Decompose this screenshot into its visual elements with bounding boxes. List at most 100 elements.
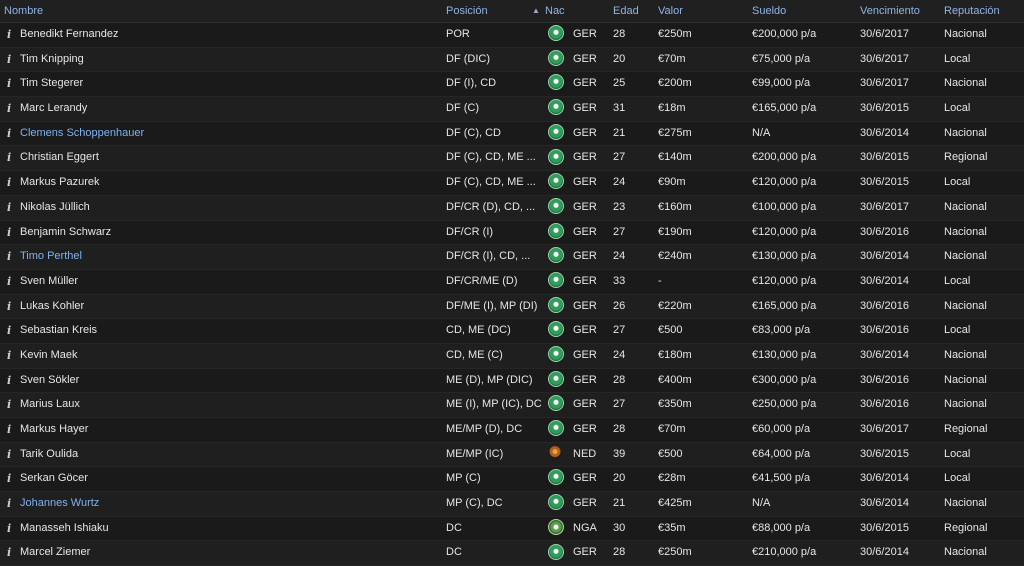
- player-reputation: Local: [944, 52, 971, 65]
- column-header-age[interactable]: Edad: [613, 0, 639, 22]
- player-position: MP (C): [446, 472, 481, 485]
- info-icon[interactable]: i: [7, 517, 15, 541]
- info-icon[interactable]: i: [7, 492, 15, 516]
- player-row[interactable]: i Manasseh Ishiaku DC NGA 30 €35m €88,000 p/a 3…: [0, 516, 1024, 542]
- player-name[interactable]: Marc Lerandy: [20, 97, 440, 121]
- info-icon[interactable]: i: [7, 23, 15, 47]
- info-icon[interactable]: i: [7, 467, 15, 491]
- nation-flag-icon: [548, 541, 564, 565]
- ger-flag-icon: [548, 321, 564, 338]
- player-value: €160m: [658, 200, 692, 213]
- player-name[interactable]: Sebastian Kreis: [20, 319, 440, 343]
- player-value: €500: [658, 447, 683, 460]
- player-name[interactable]: Clemens Schoppenhauer: [20, 122, 440, 146]
- player-row[interactable]: i Markus Hayer ME/MP (D), DC GER 28 €70m €60,0…: [0, 418, 1024, 443]
- column-header-expires[interactable]: Vencimiento: [860, 0, 920, 22]
- player-row[interactable]: i Tarik Oulida ME/MP (IC) NED 39 €500 €64,000 …: [0, 442, 1024, 468]
- info-icon[interactable]: i: [7, 270, 15, 294]
- player-position: ME/MP (D), DC: [446, 423, 523, 435]
- player-position: DF (C): [446, 102, 479, 115]
- column-header-reputation[interactable]: Reputación: [944, 0, 1000, 22]
- player-row[interactable]: i Kevin Maek CD, ME (C) GER 24 €180m €130,000 …: [0, 343, 1024, 369]
- info-icon[interactable]: i: [7, 196, 15, 220]
- player-row[interactable]: i Serkan Göcer MP (C) GER 20 €28m €41,500 p/a 3…: [0, 467, 1024, 493]
- info-icon[interactable]: i: [7, 344, 15, 368]
- player-row[interactable]: i Markus Pazurek DF (C), CD, ME ... GER 24 €9…: [0, 171, 1024, 196]
- player-name[interactable]: Benjamin Schwarz: [20, 221, 440, 245]
- player-row[interactable]: i Timo Perthel DF/CR (I), CD, ... GER 24 €240…: [0, 245, 1024, 270]
- player-name[interactable]: Timo Perthel: [20, 245, 440, 269]
- player-value: €500: [658, 324, 683, 337]
- info-icon[interactable]: i: [7, 369, 15, 393]
- player-row[interactable]: i Lukas Kohler DF/ME (I), MP (DI) GER 26 €220…: [0, 294, 1024, 320]
- player-row[interactable]: i Nikolas Jüllich DF/CR (D), CD, ... GER 23 €…: [0, 195, 1024, 221]
- info-icon[interactable]: i: [7, 393, 15, 417]
- info-icon[interactable]: i: [7, 146, 15, 170]
- player-name[interactable]: Sven Müller: [20, 270, 440, 294]
- player-reputation: Regional: [944, 423, 988, 435]
- contract-expiry: 30/6/2014: [860, 546, 909, 559]
- info-icon[interactable]: i: [7, 48, 15, 72]
- player-nation: GER: [573, 324, 597, 337]
- player-name[interactable]: Nikolas Jüllich: [20, 196, 440, 220]
- player-name[interactable]: Markus Hayer: [20, 418, 440, 442]
- player-age: 39: [613, 447, 626, 460]
- player-name[interactable]: Johannes Wurtz: [20, 492, 440, 516]
- player-position: CD, ME (C): [446, 348, 503, 361]
- player-row[interactable]: i Clemens Schoppenhauer DF (C), CD GER 21 €27…: [0, 121, 1024, 147]
- player-name[interactable]: Tarik Oulida: [20, 443, 440, 467]
- column-header-wage[interactable]: Sueldo: [752, 0, 786, 22]
- table-header: Nombre Posición ▲ Nac Edad Valor Sueldo …: [0, 0, 1024, 23]
- info-icon[interactable]: i: [7, 122, 15, 146]
- player-name[interactable]: Lukas Kohler: [20, 295, 440, 319]
- player-nation: GER: [573, 77, 597, 90]
- player-wage: €130,000 p/a: [752, 250, 817, 263]
- contract-expiry: 30/6/2015: [860, 102, 909, 115]
- player-row[interactable]: i Benjamin Schwarz DF/CR (I) GER 27 €190m €120…: [0, 220, 1024, 246]
- info-icon[interactable]: i: [7, 541, 15, 565]
- player-name[interactable]: Marcel Ziemer: [20, 541, 440, 565]
- info-icon[interactable]: i: [7, 221, 15, 245]
- player-position: DF/ME (I), MP (DI): [446, 299, 538, 312]
- contract-expiry: 30/6/2017: [860, 77, 909, 90]
- player-name[interactable]: Kevin Maek: [20, 344, 440, 368]
- info-icon[interactable]: i: [7, 97, 15, 121]
- player-reputation: Local: [944, 324, 971, 337]
- column-header-nation[interactable]: Nac: [545, 0, 565, 22]
- player-name[interactable]: Sven Sökler: [20, 369, 440, 393]
- player-row[interactable]: i Marcel Ziemer DC GER 28 €250m €210,000 p/a 30…: [0, 541, 1024, 566]
- player-value: €28m: [658, 472, 686, 485]
- info-icon[interactable]: i: [7, 319, 15, 343]
- player-row[interactable]: i Marius Laux ME (I), MP (IC), DC GER 27 €350…: [0, 393, 1024, 418]
- column-header-value[interactable]: Valor: [658, 0, 683, 22]
- player-name[interactable]: Manasseh Ishiaku: [20, 517, 440, 541]
- player-name[interactable]: Christian Eggert: [20, 146, 440, 170]
- player-wage: €64,000 p/a: [752, 447, 811, 460]
- player-name[interactable]: Benedikt Fernandez: [20, 23, 440, 47]
- info-icon[interactable]: i: [7, 72, 15, 96]
- player-wage: €83,000 p/a: [752, 324, 811, 337]
- player-row[interactable]: i Tim Knipping DF (DIC) GER 20 €70m €75,000 p/…: [0, 47, 1024, 73]
- player-row[interactable]: i Christian Eggert DF (C), CD, ME ... GER 27…: [0, 146, 1024, 172]
- info-icon[interactable]: i: [7, 171, 15, 195]
- player-name[interactable]: Marius Laux: [20, 393, 440, 417]
- player-row[interactable]: i Sven Müller DF/CR/ME (D) GER 33 - €120,000 p…: [0, 269, 1024, 295]
- player-name[interactable]: Serkan Göcer: [20, 467, 440, 491]
- info-icon[interactable]: i: [7, 443, 15, 467]
- player-row[interactable]: i Marc Lerandy DF (C) GER 31 €18m €165,000 p/a…: [0, 97, 1024, 122]
- player-row[interactable]: i Sebastian Kreis CD, ME (DC) GER 27 €500 €83,…: [0, 319, 1024, 344]
- info-icon[interactable]: i: [7, 418, 15, 442]
- column-header-name[interactable]: Nombre: [4, 0, 43, 22]
- player-row[interactable]: i Benedikt Fernandez POR GER 28 €250m €200,000…: [0, 23, 1024, 48]
- player-name[interactable]: Tim Knipping: [20, 48, 440, 72]
- info-icon[interactable]: i: [7, 295, 15, 319]
- player-name[interactable]: Markus Pazurek: [20, 171, 440, 195]
- column-header-position[interactable]: Posición: [446, 0, 488, 22]
- player-age: 27: [613, 151, 626, 164]
- player-row[interactable]: i Tim Stegerer DF (I), CD GER 25 €200m €99,000…: [0, 72, 1024, 98]
- player-name[interactable]: Tim Stegerer: [20, 72, 440, 96]
- player-value: €18m: [658, 102, 686, 115]
- player-row[interactable]: i Johannes Wurtz MP (C), DC GER 21 €425m N/A 30…: [0, 492, 1024, 517]
- info-icon[interactable]: i: [7, 245, 15, 269]
- player-row[interactable]: i Sven Sökler ME (D), MP (DIC) GER 28 €400m €3…: [0, 368, 1024, 394]
